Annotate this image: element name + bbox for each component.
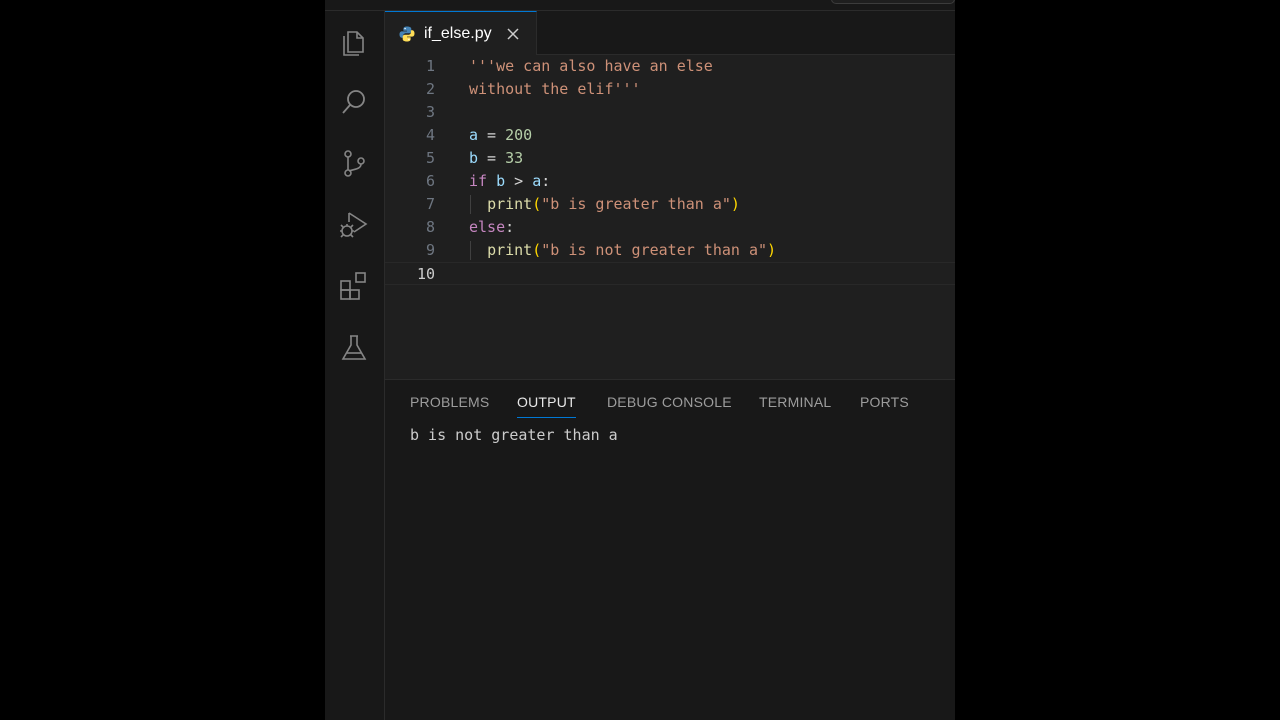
tab-terminal[interactable]: TERMINAL [759,394,831,414]
close-tab-icon[interactable] [506,27,520,41]
code-text: a = 200 [469,126,533,144]
tab-if-else-py[interactable]: if_else.py [385,11,537,55]
python-file-icon [399,26,415,41]
title-bar [325,0,955,11]
code-line[interactable]: 2 without the elif''' [385,78,955,101]
line-number: 8 [425,218,435,236]
line-number: 4 [425,126,435,144]
line-number: 7 [425,195,435,213]
tab-debug-console[interactable]: DEBUG CONSOLE [607,394,732,414]
command-center[interactable] [831,0,955,4]
testing-icon[interactable] [337,331,371,365]
extensions-icon[interactable] [337,269,371,303]
code-line[interactable]: 6 if b > a: [385,170,955,193]
search-icon[interactable] [337,85,371,119]
bottom-panel: PROBLEMS OUTPUT DEBUG CONSOLE TERMINAL P… [385,379,955,720]
code-text: print("b is greater than a") [487,195,740,213]
tab-ports[interactable]: PORTS [860,394,909,414]
explorer-icon[interactable] [337,24,371,58]
code-text: print("b is not greater than a") [487,241,777,259]
code-text: b = 33 [469,149,524,167]
code-text: '''we can also have an else [469,57,713,75]
code-line[interactable]: 8 else: [385,216,955,239]
line-number: 9 [425,241,435,259]
tab-output[interactable]: OUTPUT [517,394,576,418]
line-number: 3 [425,103,435,121]
code-text: without the elif''' [469,80,641,98]
code-line[interactable]: 10 [385,262,955,285]
source-control-icon[interactable] [337,146,371,180]
line-number: 2 [425,80,435,98]
code-editor[interactable]: 1 '''we can also have an else 2 without the… [385,55,955,379]
activity-bar [325,11,385,720]
line-number: 10 [416,265,435,283]
tab-filename: if_else.py [424,24,492,42]
output-text: b is not greater than a [410,426,618,444]
code-line[interactable]: 4 a = 200 [385,124,955,147]
code-line[interactable]: 9 print("b is not greater than a") [385,239,955,262]
code-line[interactable]: 7 print("b is greater than a") [385,193,955,216]
code-line[interactable]: 1 '''we can also have an else [385,55,955,78]
line-number: 5 [425,149,435,167]
code-line[interactable]: 5 b = 33 [385,147,955,170]
code-text: if b > a: [469,172,551,190]
tab-problems[interactable]: PROBLEMS [410,394,489,414]
vscode-window: if_else.py 1 '''we can also have an else 2… [325,0,955,720]
code-text: else: [469,218,515,236]
line-number: 1 [425,57,435,75]
code-line[interactable]: 3 [385,101,955,124]
line-number: 6 [425,172,435,190]
run-debug-icon[interactable] [337,208,371,242]
editor-tab-bar: if_else.py [385,11,955,55]
